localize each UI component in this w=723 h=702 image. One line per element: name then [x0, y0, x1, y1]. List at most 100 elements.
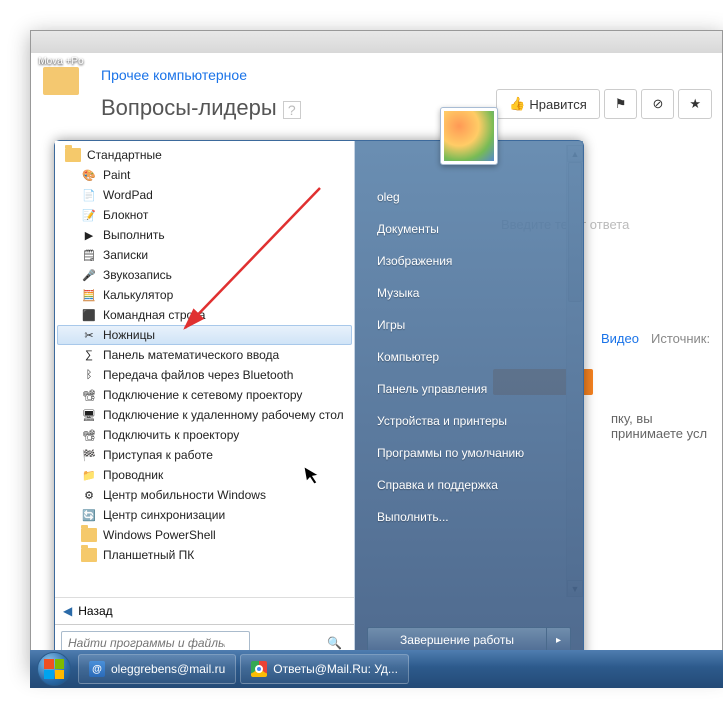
user-avatar [444, 111, 494, 161]
program-item[interactable]: ⬛ Командная строка [57, 305, 352, 325]
program-icon: ⬛ [81, 307, 97, 323]
program-label: Передача файлов через Bluetooth [103, 368, 293, 382]
program-item[interactable]: 🔄 Центр синхронизации [57, 505, 352, 525]
programs-list: Стандартные 🎨 Paint 📄 WordPad 📝Блокнот ▶ Выпол… [55, 141, 354, 597]
program-item[interactable]: 🗒Записки [57, 245, 352, 265]
start-right-item[interactable]: Выполнить... [373, 501, 571, 533]
program-icon: 🖥 [81, 407, 97, 423]
back-arrow-icon: ◀ [63, 604, 72, 618]
bookmark-button[interactable]: ⚑ [604, 89, 638, 119]
folder-header[interactable]: Стандартные [57, 145, 352, 165]
program-icon: ᛒ [81, 367, 97, 383]
program-label: Блокнот [103, 208, 148, 222]
program-label: Центр мобильности Windows [103, 488, 266, 502]
folder-icon [81, 527, 97, 543]
action-toolbar: 👍Нравится ⚑ ⊘ ★ [496, 89, 712, 119]
program-label: Выполнить [103, 228, 165, 242]
program-icon: 🎤 [81, 267, 97, 283]
start-right-item[interactable]: Игры [373, 309, 571, 341]
taskbar-item[interactable]: Ответы@Mail.Ru: Уд... [240, 654, 409, 684]
program-icon: 🎨 [81, 167, 97, 183]
video-link[interactable]: Видео [601, 331, 639, 346]
program-label: Командная строка [103, 308, 205, 322]
mail-icon [89, 661, 105, 677]
program-icon: 🔄 [81, 507, 97, 523]
program-item[interactable]: 🎤 Звукозапись [57, 265, 352, 285]
program-icon: 📁 [81, 467, 97, 483]
start-right-item[interactable]: oleg [373, 181, 571, 213]
taskbar-item-label: Ответы@Mail.Ru: Уд... [273, 662, 398, 676]
program-item[interactable]: ⚙ Центр мобильности Windows [57, 485, 352, 505]
star-button[interactable]: ★ [678, 89, 712, 119]
program-label: Ножницы [103, 328, 155, 342]
program-icon: 📽 [81, 387, 97, 403]
program-item[interactable]: Планшетный ПК [57, 545, 352, 565]
program-label: Приступая к работе [103, 448, 213, 462]
thumbs-up-icon: 👍 [509, 96, 525, 112]
user-avatar-frame[interactable] [440, 107, 498, 165]
start-right-item[interactable]: Панель управления [373, 373, 571, 405]
terms-note: пку, вы принимаете усл [611, 411, 722, 441]
program-icon: 🧮 [81, 287, 97, 303]
program-label: WordPad [103, 188, 153, 202]
back-label: Назад [78, 604, 112, 618]
program-item[interactable]: ᛒ Передача файлов через Bluetooth [57, 365, 352, 385]
program-item[interactable]: 🎨 Paint [57, 165, 352, 185]
program-icon: ▶ [81, 227, 97, 243]
start-menu-right-panel: olegДокументыИзображенияМузыкаИгрыКомпью… [355, 141, 583, 661]
taskbar: oleggrebens@mail.ru Ответы@Mail.Ru: Уд... [30, 650, 723, 688]
program-icon: ∑ [81, 347, 97, 363]
help-icon[interactable]: ? [283, 101, 301, 119]
program-icon: ✂ [81, 327, 97, 343]
start-right-item[interactable]: Программы по умолчанию [373, 437, 571, 469]
program-item[interactable]: ∑ Панель математического ввода [57, 345, 352, 365]
program-label: Панель математического ввода [103, 348, 279, 362]
start-menu-programs-panel: Стандартные 🎨 Paint 📄 WordPad 📝Блокнот ▶ Выпол… [55, 141, 355, 661]
start-right-item[interactable]: Музыка [373, 277, 571, 309]
taskbar-item-label: oleggrebens@mail.ru [111, 662, 225, 676]
browser-titlebar [31, 31, 722, 53]
program-icon: 📽 [81, 427, 97, 443]
star-icon: ★ [689, 96, 701, 112]
block-button[interactable]: ⊘ [641, 89, 674, 119]
desktop-shortcut[interactable]: Mova +Po [36, 56, 86, 97]
folder-label: Стандартные [87, 148, 162, 162]
program-item[interactable]: 📄 WordPad [57, 185, 352, 205]
start-right-item[interactable]: Устройства и принтеры [373, 405, 571, 437]
start-button[interactable] [32, 650, 76, 688]
program-label: Звукозапись [103, 268, 172, 282]
folder-icon [65, 148, 81, 162]
program-label: Подключить к проектору [103, 428, 239, 442]
folder-icon [81, 547, 97, 563]
program-item[interactable]: 📝Блокнот [57, 205, 352, 225]
taskbar-item[interactable]: oleggrebens@mail.ru [78, 654, 236, 684]
program-item[interactable]: Windows PowerShell [57, 525, 352, 545]
program-label: Подключение к сетевому проектору [103, 388, 302, 402]
like-button[interactable]: 👍Нравится [496, 89, 600, 119]
back-button[interactable]: ◀ Назад [55, 597, 354, 624]
start-right-item[interactable]: Документы [373, 213, 571, 245]
program-icon: ⚙ [81, 487, 97, 503]
start-right-item[interactable]: Компьютер [373, 341, 571, 373]
chrome-icon [251, 661, 267, 677]
program-item[interactable]: 📽 Подключить к проектору [57, 425, 352, 445]
start-right-item[interactable]: Справка и поддержка [373, 469, 571, 501]
program-label: Центр синхронизации [103, 508, 225, 522]
program-label: Paint [103, 168, 130, 182]
windows-logo-icon [37, 652, 71, 686]
program-label: Windows PowerShell [103, 528, 216, 542]
source-label: Источник: [651, 331, 710, 346]
block-icon: ⊘ [652, 96, 663, 112]
program-icon: 📄 [81, 187, 97, 203]
start-right-item[interactable]: Изображения [373, 245, 571, 277]
program-item[interactable]: 🧮Калькулятор [57, 285, 352, 305]
program-item[interactable]: ✂ Ножницы [57, 325, 352, 345]
start-menu: Стандартные 🎨 Paint 📄 WordPad 📝Блокнот ▶ Выпол… [54, 140, 584, 662]
program-item[interactable]: ▶ Выполнить [57, 225, 352, 245]
folder-icon [43, 67, 79, 95]
program-item[interactable]: 🏁Приступая к работе [57, 445, 352, 465]
program-item[interactable]: 📁Проводник [57, 465, 352, 485]
program-icon: 🗒 [81, 247, 97, 263]
program-item[interactable]: 🖥Подключение к удаленному рабочему стол [57, 405, 352, 425]
program-item[interactable]: 📽 Подключение к сетевому проектору [57, 385, 352, 405]
